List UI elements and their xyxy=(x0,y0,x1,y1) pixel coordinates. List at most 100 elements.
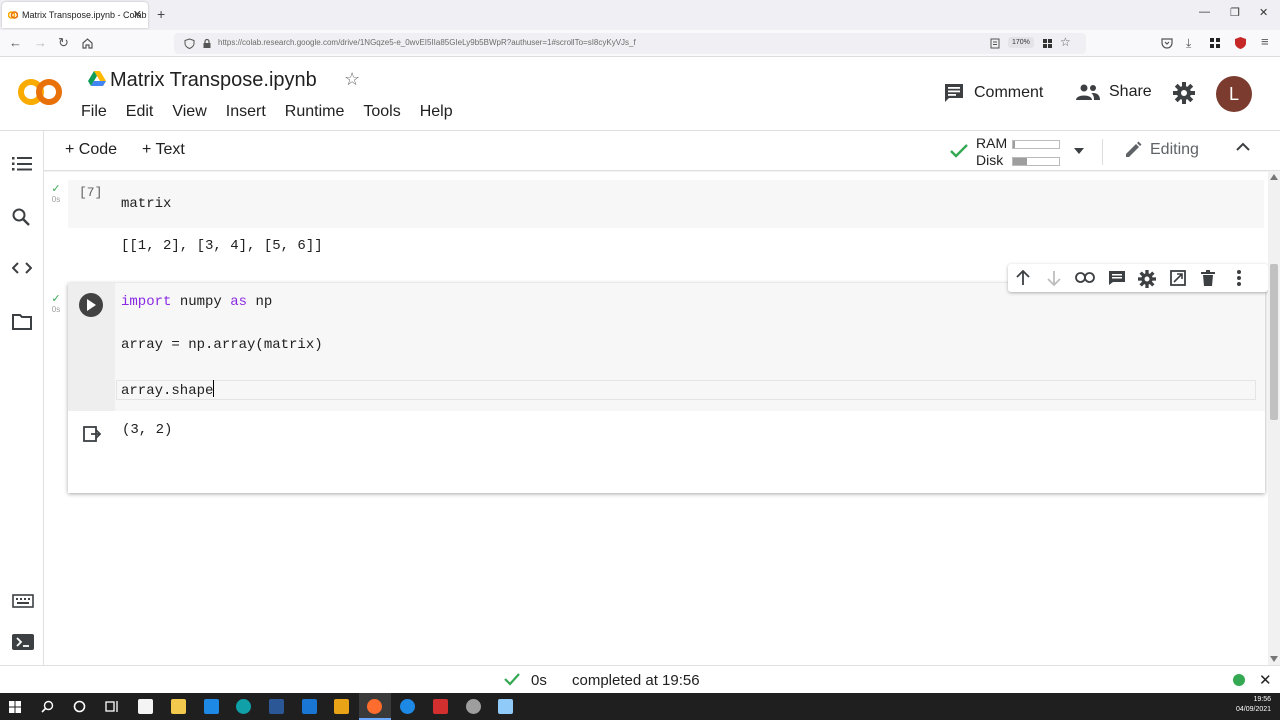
shield-icon[interactable] xyxy=(184,38,195,49)
status-close-icon[interactable]: ✕ xyxy=(1259,671,1272,689)
browser-menu-icon[interactable]: ≡ xyxy=(1261,34,1269,49)
menu-view[interactable]: View xyxy=(172,103,206,121)
menu-bar: File Edit View Insert Runtime Tools Help xyxy=(81,103,472,121)
add-text-button[interactable]: + Text xyxy=(142,141,185,159)
move-down-icon[interactable] xyxy=(1047,270,1061,286)
reload-icon[interactable]: ↻ xyxy=(58,35,69,51)
scroll-down-icon[interactable] xyxy=(1270,656,1278,662)
menu-help[interactable]: Help xyxy=(420,103,453,121)
menu-runtime[interactable]: Runtime xyxy=(285,103,345,121)
downloads-icon[interactable]: ⤓ xyxy=(1186,36,1191,51)
terminal-icon[interactable] xyxy=(12,634,34,650)
taskbar-clock[interactable]: 19:56 04/09/2021 xyxy=(1236,695,1271,715)
cell-settings-icon[interactable] xyxy=(1138,270,1156,288)
chevron-up-icon[interactable] xyxy=(1236,140,1250,154)
move-up-icon[interactable] xyxy=(1016,270,1030,286)
task-view-icon[interactable] xyxy=(105,700,119,713)
reader-view-icon[interactable] xyxy=(990,38,1000,49)
edge-browser-icon[interactable] xyxy=(236,699,251,714)
gear-icon[interactable] xyxy=(1173,82,1195,104)
ram-disk-indicator[interactable]: RAM Disk xyxy=(948,134,1088,170)
vscode-icon[interactable] xyxy=(302,699,317,714)
share-button[interactable]: Share xyxy=(1076,83,1152,101)
bookmark-star-icon[interactable]: ☆ xyxy=(1060,35,1071,49)
code-line-2[interactable]: array = np.array(matrix) xyxy=(121,337,323,353)
cell-2[interactable]: import numpy as np array = np.array(matr… xyxy=(68,283,1265,493)
editing-label: Editing xyxy=(1150,141,1199,158)
zoom-level[interactable]: 170% xyxy=(1008,37,1034,48)
url-text[interactable]: https://colab.research.google.com/drive/… xyxy=(218,38,636,47)
link-icon[interactable] xyxy=(1075,272,1095,283)
containers-icon[interactable] xyxy=(1042,38,1053,49)
code-line-1[interactable]: import numpy as np xyxy=(121,294,272,310)
store-app-icon[interactable] xyxy=(138,699,153,714)
delete-cell-icon[interactable] xyxy=(1201,270,1215,286)
pdf-reader-icon[interactable] xyxy=(433,699,448,714)
restore-icon[interactable]: ❐ xyxy=(1230,6,1240,19)
home-icon[interactable] xyxy=(81,37,94,50)
table-of-contents-icon[interactable] xyxy=(12,157,32,171)
pocket-icon[interactable] xyxy=(1161,38,1173,49)
cell-2-duration: 0s xyxy=(51,305,61,314)
firefox-icon[interactable] xyxy=(367,699,382,714)
folder-icon[interactable] xyxy=(12,314,32,330)
ublock-icon[interactable] xyxy=(1234,36,1247,50)
address-bar[interactable]: https://colab.research.google.com/drive/… xyxy=(174,33,1086,54)
cell-1-code-editor[interactable] xyxy=(68,180,1264,228)
editing-mode-button[interactable]: Editing xyxy=(1124,141,1199,159)
add-code-button[interactable]: + Code xyxy=(65,141,117,159)
back-icon[interactable]: ← xyxy=(9,35,22,50)
new-tab-icon[interactable]: + xyxy=(157,6,165,22)
windows-start-icon[interactable] xyxy=(9,701,21,713)
powershell-icon[interactable] xyxy=(269,699,284,714)
file-explorer-icon[interactable] xyxy=(171,699,186,714)
output-menu-icon[interactable] xyxy=(83,426,101,442)
window-close-icon[interactable]: ✕ xyxy=(1259,6,1268,19)
zoom-app-icon[interactable] xyxy=(400,699,415,714)
lock-icon[interactable] xyxy=(202,38,212,49)
add-comment-icon[interactable] xyxy=(1108,270,1126,286)
windows-taskbar: 19:56 04/09/2021 xyxy=(0,693,1280,720)
menu-file[interactable]: File xyxy=(81,103,107,121)
scrollbar-thumb[interactable] xyxy=(1270,264,1278,420)
code-snippets-icon[interactable] xyxy=(12,262,32,274)
cell-1-code-line[interactable]: matrix xyxy=(121,196,171,212)
code-line-3[interactable]: array.shape xyxy=(121,380,215,399)
notebook-title[interactable]: Matrix Transpose.ipynb xyxy=(110,69,317,92)
cortana-icon[interactable] xyxy=(73,700,86,713)
cell-1-duration: 0s xyxy=(51,195,61,204)
code-line-3-text: array.shape xyxy=(121,383,214,399)
menu-edit[interactable]: Edit xyxy=(126,103,154,121)
run-cell-button[interactable] xyxy=(79,293,103,317)
scroll-up-icon[interactable] xyxy=(1270,174,1278,180)
more-vert-icon[interactable] xyxy=(1236,270,1242,286)
status-message: completed at 19:56 xyxy=(572,672,700,689)
chevron-down-icon[interactable] xyxy=(1074,148,1084,154)
clock-time: 19:56 xyxy=(1253,696,1272,703)
minimize-icon[interactable]: — xyxy=(1199,6,1210,18)
mail-app-icon[interactable] xyxy=(204,699,219,714)
tab-close-icon[interactable]: ✕ xyxy=(133,8,142,21)
star-icon[interactable]: ☆ xyxy=(344,69,360,90)
comment-label: Comment xyxy=(974,84,1044,101)
menu-insert[interactable]: Insert xyxy=(226,103,266,121)
mirror-cell-icon[interactable] xyxy=(1170,270,1186,286)
ram-label: RAM xyxy=(976,135,1008,151)
taskbar-app-icon[interactable] xyxy=(334,699,349,714)
taskbar-search-icon[interactable] xyxy=(41,700,54,713)
command-palette-icon[interactable] xyxy=(12,594,34,608)
notepad-icon[interactable] xyxy=(498,699,513,714)
browser-tab[interactable]: Matrix Transpose.ipynb - Colab ✕ xyxy=(2,2,148,28)
colab-logo[interactable] xyxy=(17,77,63,114)
comment-button[interactable]: Comment xyxy=(943,83,1043,103)
toolbar-divider xyxy=(1102,139,1103,165)
extensions-grid-icon[interactable] xyxy=(1210,38,1221,49)
cell-2-code-editor[interactable]: import numpy as np array = np.array(matr… xyxy=(68,283,1265,411)
notebook-scrollbar[interactable] xyxy=(1268,172,1280,665)
avatar[interactable]: L xyxy=(1216,76,1252,112)
obs-icon[interactable] xyxy=(466,699,481,714)
google-drive-icon[interactable] xyxy=(88,71,106,87)
menu-tools[interactable]: Tools xyxy=(363,103,400,121)
forward-icon[interactable]: → xyxy=(34,35,47,50)
search-icon[interactable] xyxy=(12,208,30,226)
